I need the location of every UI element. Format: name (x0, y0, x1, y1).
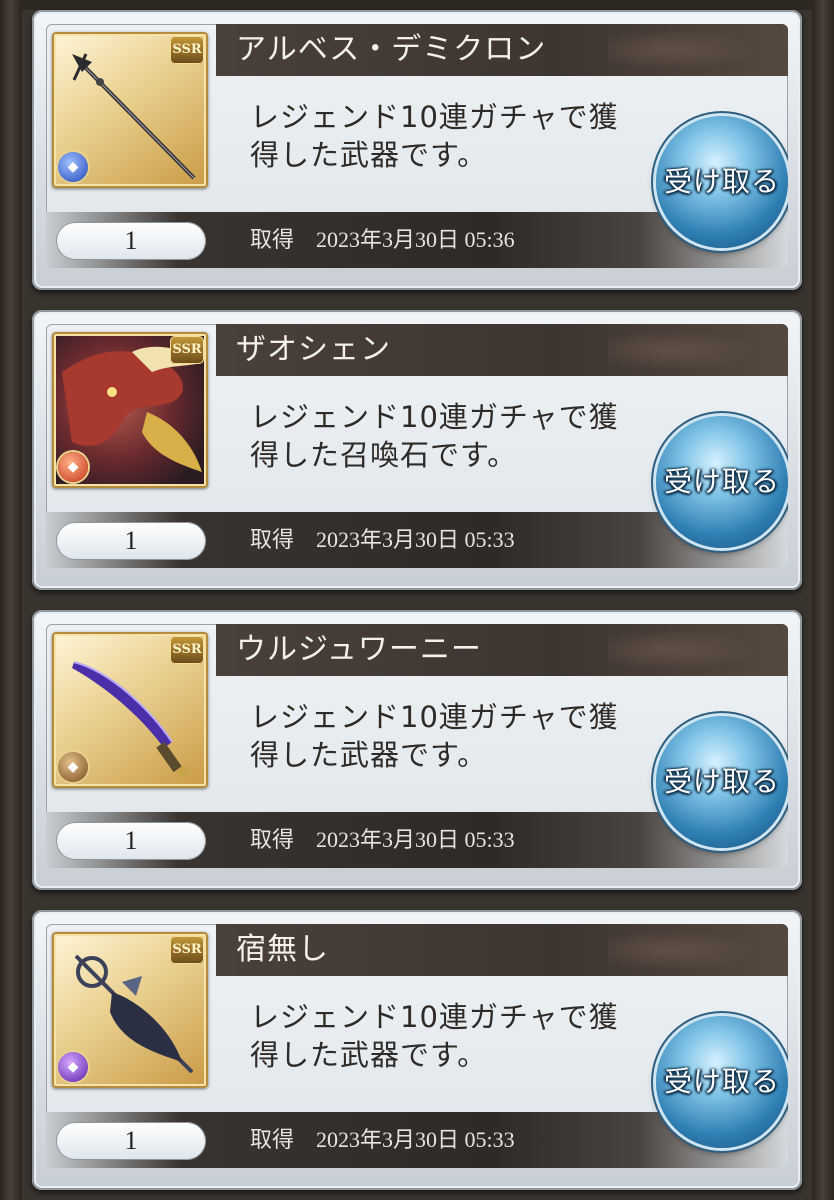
rarity-badge: SSR (170, 936, 204, 964)
item-name: ウルジュワーニー (236, 632, 482, 667)
gift-card-body: アルベス・デミクロン SSR ◆ レジェンド10連ガチャで獲 得した武器です。 … (46, 24, 788, 268)
fire-element-icon: ◆ (58, 452, 88, 482)
receive-button-label: 受け取る (663, 165, 780, 198)
item-name-bar: アルベス・デミクロン (216, 24, 788, 76)
description-line: 得した武器です。 (250, 138, 488, 172)
rarity-badge: SSR (170, 336, 204, 364)
obtained-info: 取得 2023年3月30日 05:36 (250, 220, 515, 261)
obtained-date: 2023年3月30日 05:33 (316, 527, 515, 552)
item-name-bar: ザオシェン (216, 324, 788, 376)
obtained-info: 取得 2023年3月30日 05:33 (250, 1120, 515, 1161)
obtained-date: 2023年3月30日 05:36 (316, 227, 515, 252)
item-thumbnail[interactable]: SSR ◆ (52, 32, 208, 188)
gift-card: 宿無し SSR ◆ レジェンド10連ガチャで獲 得した武器です。 1 取得 202… (32, 910, 802, 1190)
item-description: レジェンド10連ガチャで獲 得した武器です。 (250, 698, 670, 774)
description-line: 得した武器です。 (250, 738, 488, 772)
receive-button-label: 受け取る (663, 465, 780, 498)
gift-card: ウルジュワーニー SSR ◆ レジェンド10連ガチャで獲 得した武器です。 1 … (32, 610, 802, 890)
rarity-badge: SSR (170, 36, 204, 64)
quantity-field[interactable]: 1 (56, 522, 206, 560)
obtained-label: 取得 (250, 528, 295, 553)
description-line: レジェンド10連ガチャで獲 (250, 700, 619, 734)
item-description: レジェンド10連ガチャで獲 得した武器です。 (250, 998, 670, 1074)
gift-card-body: 宿無し SSR ◆ レジェンド10連ガチャで獲 得した武器です。 1 取得 202… (46, 924, 788, 1168)
obtained-date: 2023年3月30日 05:33 (316, 827, 515, 852)
left-frame (0, 0, 22, 1200)
receive-button[interactable]: 受け取る (656, 716, 788, 848)
gift-card-body: ザオシェン SSR ◆ レジェンド10連ガチャで獲 得した召喚石です。 1 取得… (46, 324, 788, 568)
top-frame (0, 0, 834, 10)
receive-button[interactable]: 受け取る (656, 116, 788, 248)
obtained-label: 取得 (250, 828, 295, 853)
description-line: 得した武器です。 (250, 1038, 488, 1072)
item-name: 宿無し (236, 932, 329, 967)
receive-button-label: 受け取る (663, 765, 780, 798)
item-description: レジェンド10連ガチャで獲 得した召喚石です。 (250, 398, 670, 474)
earth-element-icon: ◆ (58, 752, 88, 782)
item-description: レジェンド10連ガチャで獲 得した武器です。 (250, 98, 670, 174)
obtained-info: 取得 2023年3月30日 05:33 (250, 520, 515, 561)
obtained-date: 2023年3月30日 05:33 (316, 1127, 515, 1152)
gift-card: ザオシェン SSR ◆ レジェンド10連ガチャで獲 得した召喚石です。 1 取得… (32, 310, 802, 590)
item-name-bar: 宿無し (216, 924, 788, 976)
receive-button[interactable]: 受け取る (656, 416, 788, 548)
quantity-field[interactable]: 1 (56, 222, 206, 260)
dark-element-icon: ◆ (58, 1052, 88, 1082)
receive-button[interactable]: 受け取る (656, 1016, 788, 1148)
rarity-badge: SSR (170, 636, 204, 664)
receive-button-label: 受け取る (663, 1065, 780, 1098)
item-name: アルベス・デミクロン (236, 32, 547, 67)
gift-card-body: ウルジュワーニー SSR ◆ レジェンド10連ガチャで獲 得した武器です。 1 … (46, 624, 788, 868)
item-thumbnail[interactable]: SSR ◆ (52, 632, 208, 788)
item-name-bar: ウルジュワーニー (216, 624, 788, 676)
description-line: レジェンド10連ガチャで獲 (250, 400, 619, 434)
quantity-field[interactable]: 1 (56, 1122, 206, 1160)
description-line: レジェンド10連ガチャで獲 (250, 100, 619, 134)
water-element-icon: ◆ (58, 152, 88, 182)
description-line: 得した召喚石です。 (250, 438, 518, 472)
right-frame (812, 0, 834, 1200)
obtained-label: 取得 (250, 228, 295, 253)
obtained-info: 取得 2023年3月30日 05:33 (250, 820, 515, 861)
description-line: レジェンド10連ガチャで獲 (250, 1000, 619, 1034)
item-name: ザオシェン (236, 332, 391, 367)
item-thumbnail[interactable]: SSR ◆ (52, 332, 208, 488)
gift-card: アルベス・デミクロン SSR ◆ レジェンド10連ガチャで獲 得した武器です。 … (32, 10, 802, 290)
item-thumbnail[interactable]: SSR ◆ (52, 932, 208, 1088)
quantity-field[interactable]: 1 (56, 822, 206, 860)
obtained-label: 取得 (250, 1128, 295, 1153)
